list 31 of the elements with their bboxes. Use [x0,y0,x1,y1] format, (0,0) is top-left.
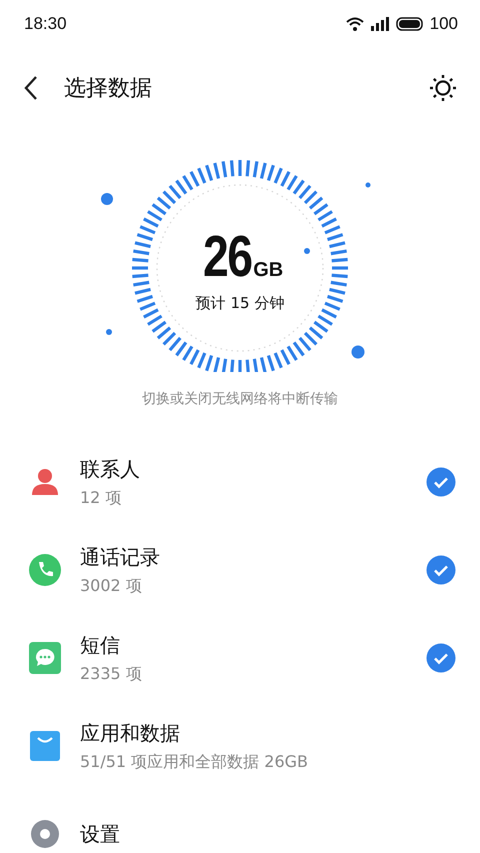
item-count: 51/51 项应用和全部数据 26GB [80,752,310,772]
wifi-icon [346,17,364,31]
checkbox[interactable] [426,467,456,497]
clock: 18:30 [24,14,67,34]
dot [106,329,112,335]
battery-level: 100 [430,14,458,34]
dot [366,182,370,188]
network-warning: 切换或关闭无线网络将中断传输 [141,390,339,408]
item-title: 通话记录 [80,544,161,570]
shopping-bag-icon [28,729,62,763]
item-title: 短信 [80,632,121,658]
signal-icon [370,16,390,32]
phone-icon [28,553,62,587]
dot [352,346,364,358]
checkbox[interactable] [426,555,456,585]
item-title: 设置 [80,820,121,848]
time-estimate: 预计 15 分钟 [196,294,284,313]
page-title: 选择数据 [64,75,153,103]
item-count: 3002 项 [80,576,143,596]
item-count: 12 项 [80,488,122,508]
dot [101,193,113,205]
data-size: 26 [202,228,252,286]
dot [304,248,310,254]
battery-icon [396,17,424,31]
chat-icon [28,641,62,675]
item-title: 联系人 [80,456,141,482]
checkbox[interactable] [426,643,456,673]
item-count: 2335 项 [80,664,143,684]
size-unit: GB [253,259,284,282]
brightness-button[interactable] [428,73,458,103]
item-title: 应用和数据 [80,720,181,746]
